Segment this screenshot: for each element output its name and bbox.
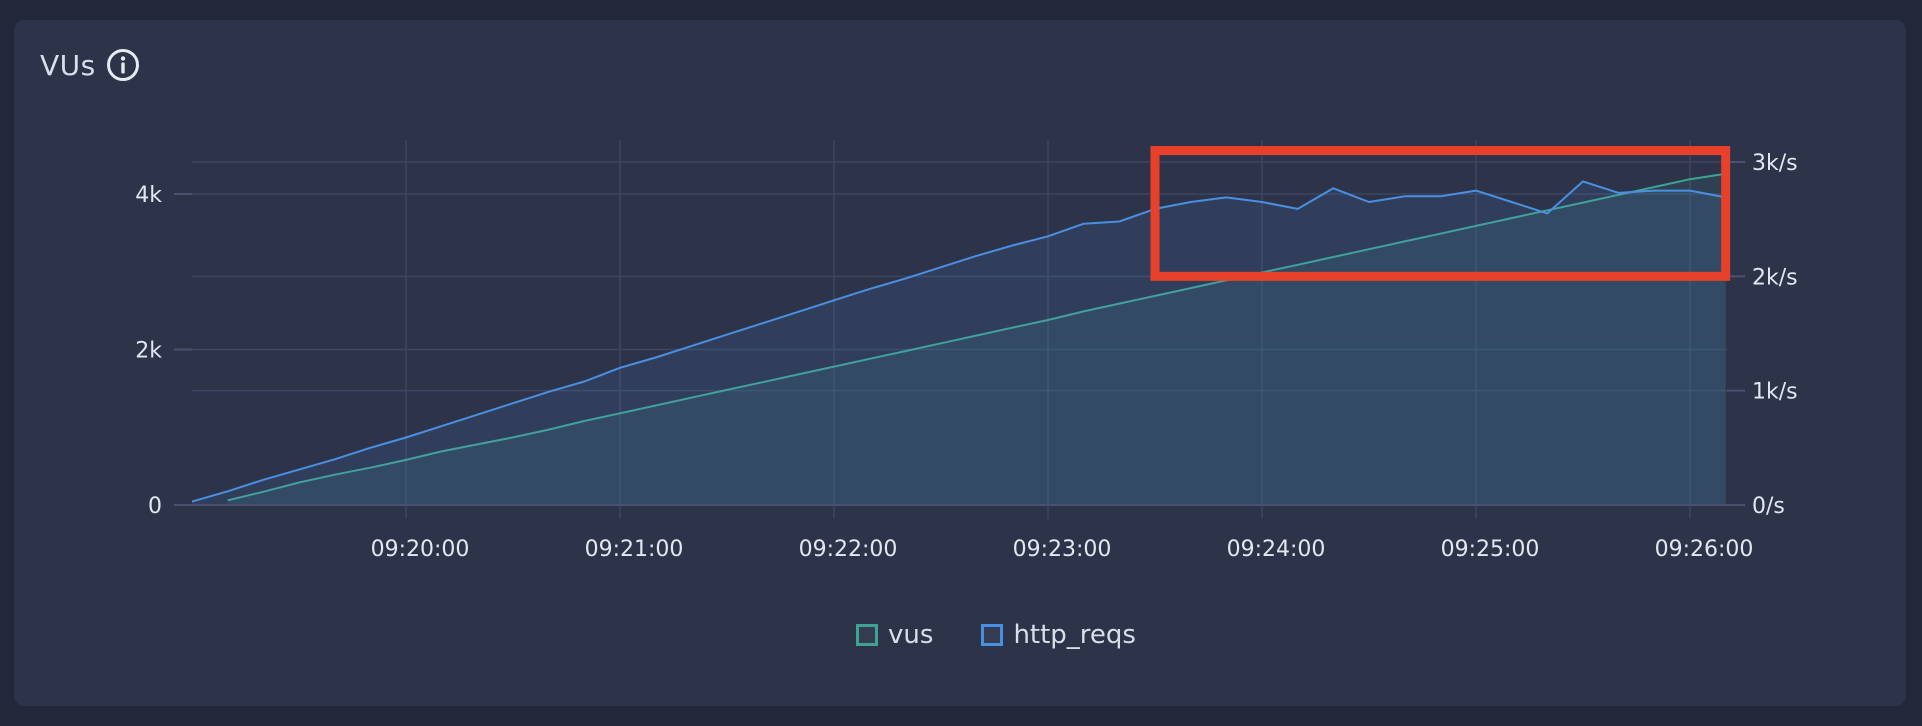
x-tick-label: 09:24:00	[1227, 537, 1326, 562]
legend-label: http_reqs	[1013, 620, 1136, 650]
legend-item-vus[interactable]: vus	[856, 620, 933, 650]
x-tick-label: 09:25:00	[1441, 537, 1540, 562]
legend-swatch	[981, 624, 1004, 646]
left-tick-label: 2k	[135, 339, 162, 364]
legend-swatch	[856, 624, 879, 646]
left-tick-label: 0	[148, 494, 162, 519]
chart-legend: vus http_reqs	[0, 620, 1922, 650]
right-tick-label: 1k/s	[1752, 380, 1798, 405]
legend-item-http_reqs[interactable]: http_reqs	[981, 620, 1136, 650]
x-tick-label: 09:21:00	[585, 537, 684, 562]
x-tick-label: 09:20:00	[371, 537, 470, 562]
right-tick-label: 0/s	[1752, 494, 1785, 519]
http_reqs-area	[192, 181, 1726, 505]
right-tick-label: 3k/s	[1752, 151, 1798, 176]
x-tick-label: 09:26:00	[1655, 537, 1754, 562]
vus-chart: 09:20:00 09:21:00 09:22:00 09:23:00 09:24:00…	[135, 140, 1798, 562]
right-tick-label: 2k/s	[1752, 265, 1798, 290]
x-tick-label: 09:23:00	[1013, 537, 1112, 562]
left-tick-label: 4k	[135, 183, 162, 208]
x-tick-label: 09:22:00	[799, 537, 898, 562]
legend-label: vus	[888, 620, 934, 650]
